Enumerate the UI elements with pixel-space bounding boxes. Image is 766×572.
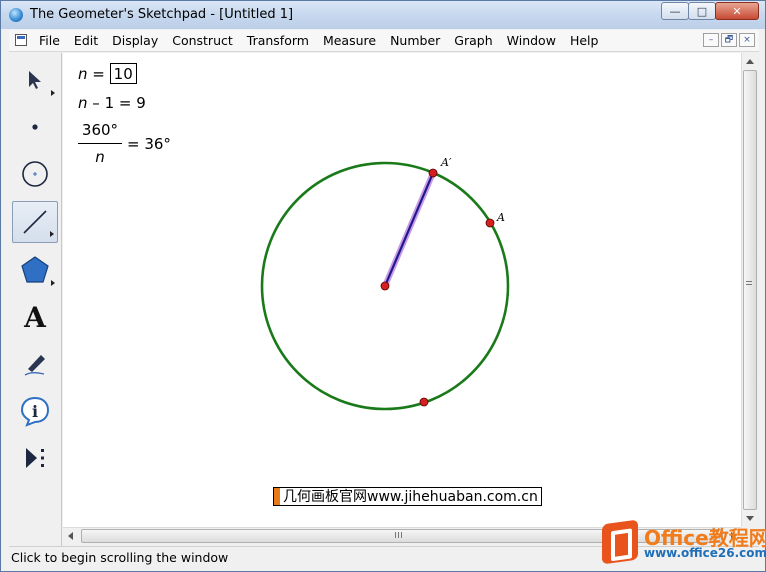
sketchpad-logo-icon [9, 8, 23, 22]
menu-window[interactable]: Window [507, 33, 556, 48]
svg-text:i: i [32, 402, 38, 421]
arrow-pointer-icon [29, 71, 41, 89]
point-A[interactable] [485, 218, 495, 228]
menu-file[interactable]: File [39, 33, 60, 48]
office-logo-icon [602, 519, 638, 565]
document-window-controls: – 🗗 × [701, 33, 755, 47]
svg-text:A: A [23, 301, 47, 333]
doc-restore-button[interactable]: 🗗 [721, 33, 737, 47]
straightedge-tool-menu-triangle[interactable] [50, 231, 54, 237]
marker-tool[interactable] [12, 343, 58, 385]
point-tool[interactable] [12, 106, 58, 148]
minimize-button[interactable]: — [661, 2, 689, 20]
menu-items: File Edit Display Construct Transform Me… [39, 33, 612, 48]
menu-graph[interactable]: Graph [454, 33, 492, 48]
document-icon[interactable] [15, 34, 27, 46]
app-window: The Geometer's Sketchpad - [Untitled 1] … [0, 0, 766, 572]
custom-tools-icon [26, 448, 44, 468]
menu-edit[interactable]: Edit [74, 33, 98, 48]
label-A-prime[interactable]: A′ [440, 156, 452, 169]
menu-measure[interactable]: Measure [323, 33, 376, 48]
caption-marker [274, 488, 280, 505]
polygon-tool[interactable] [12, 249, 58, 291]
label-A[interactable]: A [496, 211, 505, 224]
menu-help[interactable]: Help [570, 33, 599, 48]
vertical-scrollbar[interactable] [741, 53, 759, 527]
scroll-left-arrow-icon[interactable] [68, 532, 73, 540]
menu-bar: File Edit Display Construct Transform Me… [9, 30, 759, 52]
text-A-icon: A [23, 301, 47, 333]
doc-close-button[interactable]: × [739, 33, 755, 47]
marker-pen-icon [24, 355, 45, 376]
segment-center-to-A-prime[interactable] [383, 172, 435, 287]
arrow-tool-menu-triangle[interactable] [51, 90, 55, 96]
close-button[interactable]: ✕ [715, 2, 759, 20]
info-icon: i [20, 396, 50, 427]
point-A-prime[interactable] [428, 168, 438, 178]
scroll-up-arrow-icon[interactable] [746, 59, 754, 64]
straightedge-tool[interactable] [12, 201, 58, 243]
vertical-grip-icon [746, 281, 752, 287]
vertical-scroll-thumb[interactable] [743, 70, 757, 510]
doc-minimize-button[interactable]: – [703, 33, 719, 47]
point-icon [32, 124, 38, 130]
compass-circle-icon [22, 161, 48, 187]
menu-number[interactable]: Number [390, 33, 440, 48]
information-tool[interactable]: i [12, 390, 58, 432]
polygon-tool-menu-triangle[interactable] [51, 280, 55, 286]
pentagon-icon [21, 256, 49, 283]
menu-display[interactable]: Display [112, 33, 158, 48]
point-on-circle[interactable] [419, 397, 429, 407]
caption-text: 几何画板官网www.jihehuaban.com.cn [283, 489, 538, 505]
caption-text-box[interactable]: 几何画板官网www.jihehuaban.com.cn [273, 487, 542, 506]
arrow-tool[interactable] [12, 59, 58, 101]
maximize-button[interactable]: □ [688, 2, 716, 20]
watermark-url: www.office26.com [644, 546, 766, 560]
window-title: The Geometer's Sketchpad - [Untitled 1] [30, 7, 294, 22]
sketch-canvas[interactable]: n = 10 n – 1 = 9 360° n = 36° A′ A 几何画板官 [63, 53, 741, 527]
window-controls: — □ ✕ [661, 2, 759, 21]
horizontal-grip-icon [395, 532, 402, 538]
menu-construct[interactable]: Construct [172, 33, 233, 48]
text-tool[interactable]: A [12, 296, 58, 338]
menu-transform[interactable]: Transform [247, 33, 309, 48]
segment-icon [23, 210, 47, 234]
watermark: Office教程网 www.office26.com [602, 519, 766, 566]
status-text: Click to begin scrolling the window [11, 550, 229, 565]
custom-tools[interactable] [12, 437, 58, 479]
compass-tool[interactable] [12, 153, 58, 195]
toolbox: A i [9, 53, 62, 546]
center-point[interactable] [380, 281, 390, 291]
sketch-figure: A′ A [260, 156, 510, 411]
title-bar[interactable]: The Geometer's Sketchpad - [Untitled 1] … [1, 1, 765, 29]
